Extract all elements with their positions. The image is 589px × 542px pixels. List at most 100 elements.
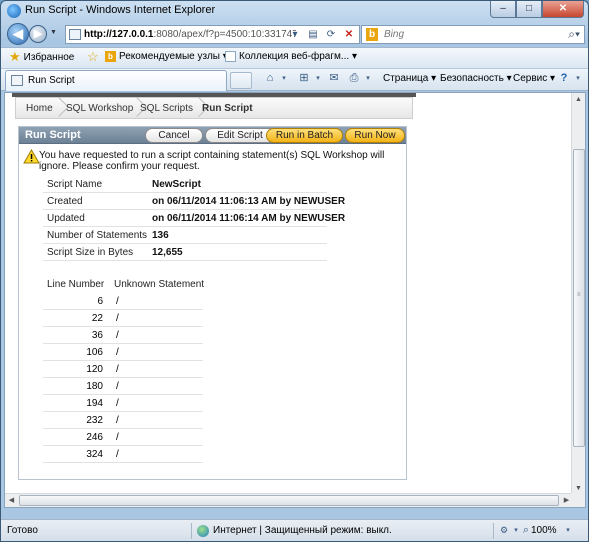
line-number-cell: 232 [86,415,103,426]
breadcrumb-separator [192,98,202,118]
detail-row-updated: Updated on 06/11/2014 11:06:14 AM by NEW… [43,210,345,227]
statement-cell: / [116,381,119,392]
detail-label: Script Size in Bytes [47,247,134,258]
statement-cell: / [116,296,119,307]
detail-value: on 06/11/2014 11:06:14 AM by NEWUSER [152,213,346,224]
ie-logo-icon [7,4,21,18]
statement-cell: / [116,330,119,341]
scroll-left-icon[interactable]: ◀ [5,494,18,507]
breadcrumb-current: Run Script [202,103,253,114]
favorites-item-label: Рекомендуемые узлы ▾ [119,51,228,62]
detail-row-statement-count: Number of Statements 136 [43,227,327,244]
feeds-icon[interactable]: ⊞ [297,72,311,85]
status-separator [493,523,494,539]
breadcrumb-home[interactable]: Home [26,103,53,114]
address-dropdown-icon[interactable]: ▾ [287,27,303,42]
zoom-level[interactable]: 100% [531,525,557,536]
line-number-cell: 246 [86,432,103,443]
table-row: 22 / [43,310,203,327]
statement-cell: / [116,313,119,324]
menu-page[interactable]: Страница ▾ [383,73,436,84]
tab-run-script[interactable]: Run Script [5,70,227,91]
back-button[interactable]: ◀ [7,23,29,45]
favorites-item-suggested-sites[interactable]: b Рекомендуемые узлы ▾ [105,51,228,62]
warning-message: You have requested to run a script conta… [39,150,385,172]
table-row: 246 / [43,429,203,446]
detail-label: Script Name [47,179,103,190]
vertical-scroll-thumb[interactable]: ≡ [573,149,585,447]
line-number-cell: 36 [91,330,103,341]
scroll-up-icon[interactable]: ▲ [572,93,585,106]
favorites-star-icon: ★ [9,49,21,64]
new-tab-button[interactable] [230,72,252,89]
detail-label: Number of Statements [47,230,148,241]
warning-icon [23,149,40,164]
line-number-cell: 106 [86,347,103,358]
table-row: 6/ [43,293,203,310]
vertical-scrollbar[interactable]: ▲ ≡ ▼ [571,93,585,495]
table-row: 106 / [43,344,203,361]
region-title: Run Script [25,129,81,141]
favorites-item-web-slice[interactable]: Коллекция веб-фрагм... ▾ [225,51,357,62]
detail-row-created: Created on 06/11/2014 11:06:13 AM by NEW… [43,193,345,210]
edit-script-button[interactable]: Edit Script [205,128,275,143]
add-favorite-icon[interactable]: ☆ [87,49,99,64]
statement-cell: / [116,449,119,460]
home-dropdown-icon[interactable]: ▾ [277,72,291,85]
window-controls: – □ ✕ [490,1,584,18]
table-row: 324 / [43,446,203,463]
line-number-cell: 194 [86,398,103,409]
help-icon[interactable]: ? [557,72,571,85]
print-icon[interactable]: ⎙ [347,72,361,85]
minimize-button[interactable]: – [490,1,516,18]
scroll-grip-icon: ≡ [577,292,581,298]
detail-label: Updated [47,213,85,224]
close-window-button[interactable]: ✕ [542,1,584,18]
menu-safety[interactable]: Безопасность ▾ [440,73,512,84]
add-favorite-star-icon: ☆ [87,49,99,64]
help-dropdown-icon[interactable]: ▾ [571,72,585,85]
scrollbar-corner [571,493,585,507]
table-row: 120 / [43,361,203,378]
detail-value: NewScript [152,179,201,190]
refresh-icon[interactable]: ⟳ [323,27,339,42]
breadcrumb-separator [52,98,62,118]
compatibility-view-icon[interactable]: ▤ [305,27,321,42]
address-text[interactable]: http://127.0.0.1:8080/apex/f?p=4500:10:3… [84,29,296,40]
security-zone-text[interactable]: Интернет | Защищенный режим: выкл. [213,525,392,536]
statement-cell: / [116,398,119,409]
address-bar[interactable]: http://127.0.0.1:8080/apex/f?p=4500:10:3… [65,25,360,44]
zoom-dropdown-icon[interactable]: ▾ [561,524,575,537]
horizontal-scrollbar[interactable]: ◀ ▶ [5,493,573,507]
home-icon[interactable]: ⌂ [263,72,277,85]
search-box[interactable]: b Bing ⌕▾ [361,25,585,44]
favorites-button[interactable]: ★ Избранное [9,49,74,64]
mail-icon[interactable]: ✉ [327,72,341,85]
menu-tools[interactable]: Сервис ▾ [513,73,555,84]
address-path: :8080/apex/f?p=4500:10:331747939330 [153,29,296,40]
cancel-button[interactable]: Cancel [145,128,203,143]
window-title: Run Script - Windows Internet Explorer [25,4,216,16]
run-in-batch-button[interactable]: Run in Batch [266,128,343,143]
feeds-dropdown-icon[interactable]: ▾ [311,72,325,85]
forward-button[interactable]: ▶ [29,25,47,43]
history-dropdown-icon[interactable]: ▼ [50,29,57,36]
print-dropdown-icon[interactable]: ▾ [361,72,375,85]
table-row: 180 / [43,378,203,395]
table-row: 194 / [43,395,203,412]
table-row: 36 / [43,327,203,344]
breadcrumb-sql-scripts[interactable]: SQL Scripts [140,103,193,114]
horizontal-scroll-thumb[interactable] [19,495,559,506]
tab-label: Run Script [28,75,75,86]
statement-cell: / [116,347,119,358]
detail-label: Created [47,196,83,207]
stop-icon[interactable]: ✕ [341,27,357,42]
run-script-region: Run Script Cancel Edit Script Run in Bat… [18,126,407,480]
line-number-cell: 180 [86,381,103,392]
region-header: Run Script Cancel Edit Script Run in Bat… [19,127,406,144]
favorites-bar: ★ Избранное ☆ b Рекомендуемые узлы ▾ Кол… [1,47,588,69]
maximize-button[interactable]: □ [516,1,542,18]
search-icon[interactable]: ⌕▾ [568,27,580,42]
breadcrumb-sql-workshop[interactable]: SQL Workshop [66,103,133,114]
run-now-button[interactable]: Run Now [345,128,405,143]
